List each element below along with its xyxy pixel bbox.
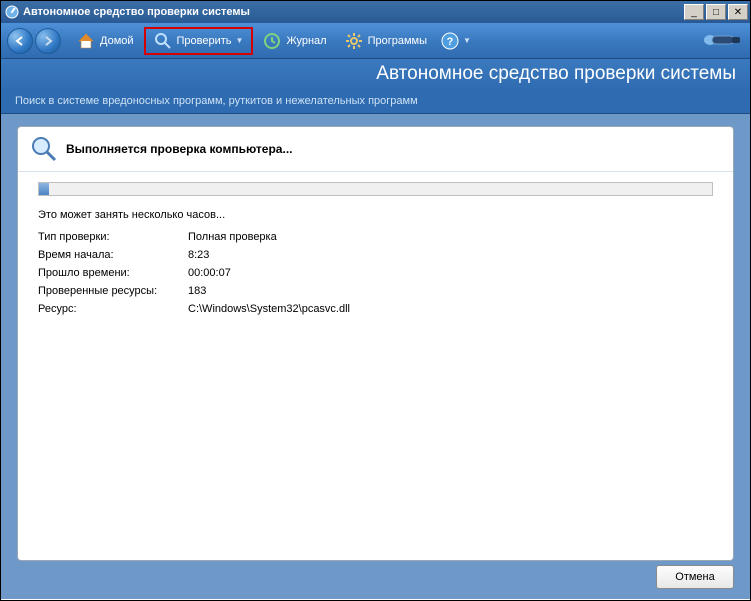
bottom-bar: Отмена — [17, 565, 734, 589]
scan-note: Это может занять несколько часов... — [38, 206, 713, 224]
value-type: Полная проверка — [188, 228, 713, 246]
label-scanned: Проверенные ресурсы: — [38, 282, 188, 300]
toolbar-programs[interactable]: Программы — [337, 27, 435, 55]
content-area: Выполняется проверка компьютера... Это м… — [1, 114, 750, 599]
nav-forward-button[interactable] — [35, 28, 61, 54]
value-start: 8:23 — [188, 246, 713, 264]
toolbar-scan-label: Проверить — [177, 35, 232, 47]
toolbar-log-label: Журнал — [286, 35, 326, 47]
row-type: Тип проверки: Полная проверка — [38, 228, 713, 246]
minimize-button[interactable]: _ — [684, 4, 704, 20]
gear-icon — [345, 32, 363, 50]
app-description: Поиск в системе вредоносных программ, ру… — [1, 91, 750, 114]
toolbar-home-label: Домой — [100, 35, 134, 47]
maximize-button[interactable]: □ — [706, 4, 726, 20]
progress-bar — [38, 182, 713, 196]
toolbar-scan[interactable]: Проверить ▼ — [144, 27, 254, 55]
row-resource: Ресурс: C:\Windows\System32\pcasvc.dll — [38, 300, 713, 318]
close-button[interactable]: ✕ — [728, 4, 748, 20]
chevron-down-icon: ▼ — [463, 36, 471, 45]
value-elapsed: 00:00:07 — [188, 264, 713, 282]
progress-fill — [39, 183, 49, 195]
app-title: Автономное средство проверки системы — [1, 59, 750, 91]
toolbar-help[interactable]: ? ▼ — [437, 27, 475, 55]
label-start: Время начала: — [38, 246, 188, 264]
label-type: Тип проверки: — [38, 228, 188, 246]
scan-panel: Выполняется проверка компьютера... Это м… — [17, 126, 734, 561]
row-elapsed: Прошло времени: 00:00:07 — [38, 264, 713, 282]
row-scanned: Проверенные ресурсы: 183 — [38, 282, 713, 300]
toolbar-log[interactable]: Журнал — [255, 27, 334, 55]
svg-text:?: ? — [447, 36, 454, 48]
cancel-button[interactable]: Отмена — [656, 565, 734, 589]
chevron-down-icon: ▼ — [236, 36, 244, 45]
window-controls: _ □ ✕ — [684, 4, 748, 20]
scan-info: Это может занять несколько часов... Тип … — [18, 202, 733, 318]
history-icon — [263, 32, 281, 50]
value-scanned: 183 — [188, 282, 713, 300]
nav-back-button[interactable] — [7, 28, 33, 54]
magnifier-large-icon — [30, 135, 58, 163]
label-resource: Ресурс: — [38, 300, 188, 318]
row-start: Время начала: 8:23 — [38, 246, 713, 264]
app-icon — [5, 5, 19, 19]
flashlight-icon — [702, 25, 744, 55]
title-bar: Автономное средство проверки системы _ □… — [1, 1, 750, 23]
home-icon — [77, 32, 95, 50]
window-title: Автономное средство проверки системы — [23, 6, 684, 18]
toolbar-home[interactable]: Домой — [69, 27, 142, 55]
toolbar-programs-label: Программы — [368, 35, 427, 47]
panel-header: Выполняется проверка компьютера... — [18, 127, 733, 172]
value-resource: C:\Windows\System32\pcasvc.dll — [188, 300, 713, 318]
magnifier-icon — [154, 32, 172, 50]
panel-heading: Выполняется проверка компьютера... — [66, 142, 292, 156]
toolbar: Домой Проверить ▼ Журнал Программы ? ▼ — [1, 23, 750, 59]
label-elapsed: Прошло времени: — [38, 264, 188, 282]
help-icon: ? — [441, 32, 459, 50]
